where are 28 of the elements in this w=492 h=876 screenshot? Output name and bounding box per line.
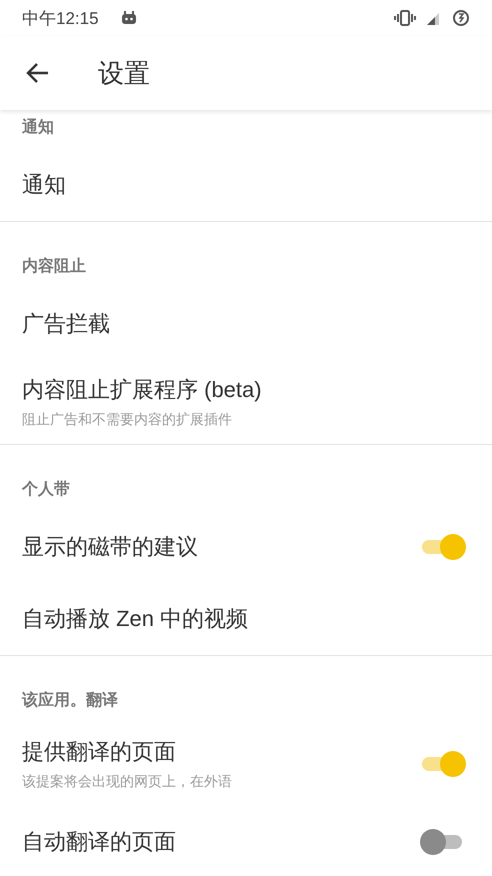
item-title: 提供翻译的页面 (22, 738, 177, 766)
toggle-switch[interactable] (420, 534, 466, 560)
battery-saver-icon (452, 9, 470, 27)
back-icon[interactable] (26, 62, 50, 84)
item-title: 显示的磁带的建议 (22, 533, 199, 561)
item-title: 自动翻译的页面 (22, 828, 177, 856)
item-title: 通知 (22, 171, 67, 199)
section-header: 该应用。翻译 (20, 690, 119, 711)
settings-item[interactable]: 广告拦截 (0, 288, 492, 360)
settings-item[interactable]: 显示的磁带的建议 (0, 511, 492, 583)
notification-icon (120, 11, 137, 25)
item-title: 内容阻止扩展程序 (beta) (22, 376, 263, 404)
section-header: 通知 (21, 117, 55, 138)
settings-item[interactable]: 自动翻译的页面 (0, 806, 492, 876)
item-title: 自动播放 Zen 中的视频 (22, 605, 250, 633)
settings-item[interactable]: 自动播放 Zen 中的视频 (0, 583, 492, 655)
section-header: 个人带 (20, 480, 71, 500)
vibrate-icon (394, 10, 416, 26)
section-header: 内容阻止 (21, 256, 87, 277)
item-subtitle: 该提案将会出现的网页上，在外语 (22, 772, 233, 790)
settings-item[interactable]: 通知 (0, 149, 492, 221)
item-subtitle: 阻止广告和不需要内容的扩展插件 (22, 410, 233, 428)
status-time: 中午12:15 (22, 8, 99, 30)
page-title: 设置 (98, 56, 150, 90)
settings-item[interactable]: 内容阻止扩展程序 (beta) 阻止广告和不需要内容的扩展插件 (0, 360, 492, 444)
settings-item[interactable]: 提供翻译的页面 该提案将会出现的网页上，在外语 (0, 722, 492, 806)
item-title: 广告拦截 (22, 310, 111, 338)
toggle-switch[interactable] (420, 751, 466, 777)
